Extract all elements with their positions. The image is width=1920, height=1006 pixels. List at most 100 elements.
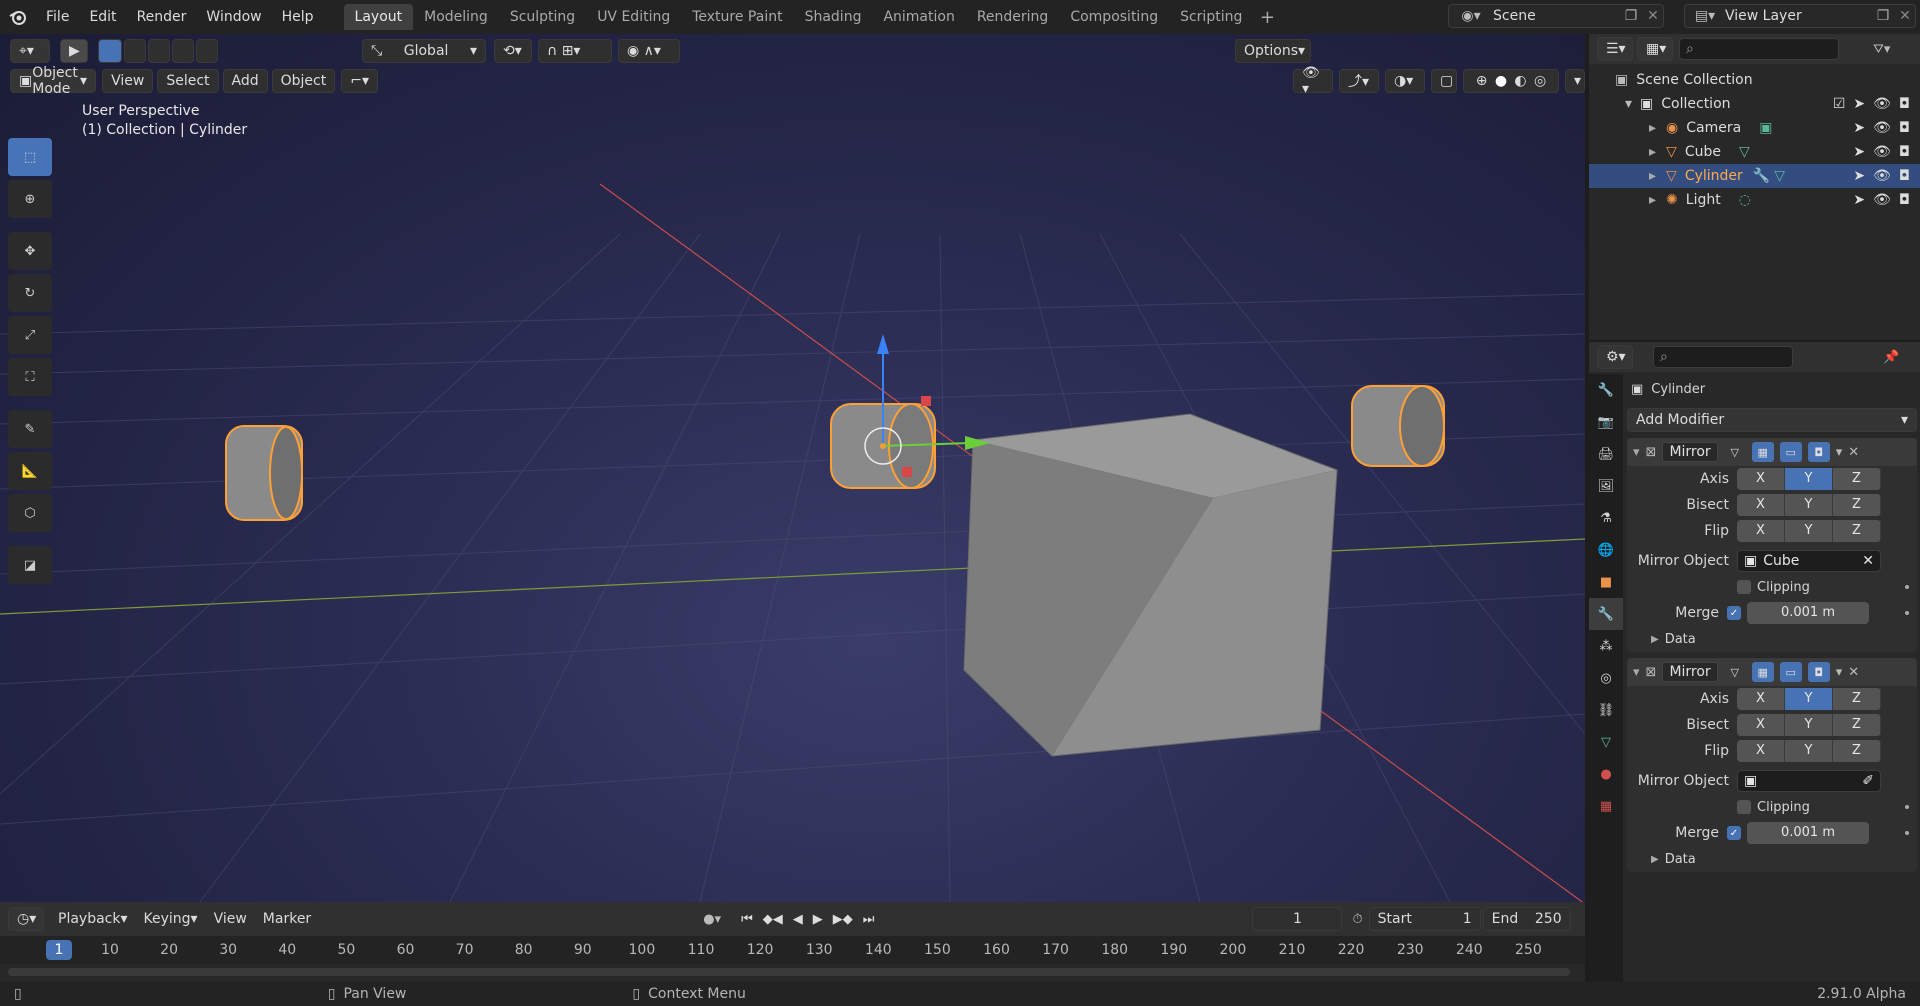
chevron-down-icon[interactable]: ▾ — [1836, 445, 1843, 460]
flip-y-button[interactable]: Y — [1785, 520, 1833, 542]
eye-icon[interactable]: 👁 — [1873, 120, 1891, 136]
merge-checkbox[interactable]: ✓ — [1727, 826, 1741, 840]
menu-file[interactable]: File — [36, 0, 79, 34]
bisect-x-button[interactable]: X — [1737, 714, 1785, 736]
expand-icon[interactable]: ▸ — [1649, 192, 1656, 208]
render-icon[interactable]: ◘ — [1807, 442, 1830, 462]
camera-render-icon[interactable]: ◘ — [1899, 120, 1910, 136]
tab-shading[interactable]: Shading — [794, 4, 873, 30]
scale-icon[interactable]: ⤢ — [8, 316, 52, 354]
select-arrow-icon[interactable]: ➤ — [1853, 96, 1865, 112]
next-keyframe-icon[interactable]: ▶◆ — [833, 912, 853, 927]
merge-distance-field[interactable]: 0.001 m — [1747, 602, 1869, 624]
light-data-icon[interactable]: ◌ — [1739, 192, 1751, 208]
tab-uv-editing[interactable]: UV Editing — [586, 4, 681, 30]
prev-keyframe-icon[interactable]: ◆◀ — [763, 912, 783, 927]
render-tab-icon[interactable]: 📷 — [1589, 406, 1623, 438]
scene-selector[interactable]: ◉▾ Scene ❐ ✕ — [1448, 4, 1664, 28]
outliner-item-light[interactable]: ▸ ✺ Light ◌ ➤ 👁 ◘ — [1589, 188, 1920, 212]
close-icon[interactable]: ✕ — [1895, 8, 1915, 24]
modifier-name-field[interactable]: Mirror — [1662, 442, 1718, 462]
on-cage-icon[interactable]: ▽ — [1724, 662, 1746, 682]
menu-object[interactable]: Object — [271, 69, 336, 93]
extra-tool-icon[interactable]: ◪ — [8, 546, 52, 584]
clear-icon[interactable]: ✕ — [1862, 553, 1874, 569]
transform-icon[interactable]: ⛶ — [8, 358, 52, 396]
modifier-tab-icon[interactable]: 🔧 — [1589, 598, 1623, 630]
tab-animation[interactable]: Animation — [872, 4, 965, 30]
axis-z-button[interactable]: Z — [1833, 688, 1881, 710]
tab-layout[interactable]: Layout — [343, 4, 414, 30]
select-extend-icon[interactable] — [124, 39, 146, 63]
object-tab-icon[interactable]: ■ — [1589, 566, 1623, 598]
record-icon[interactable]: ●▾ — [703, 912, 721, 927]
tool-tab-icon[interactable]: 🔧 — [1589, 374, 1623, 406]
world-tab-icon[interactable]: 🌐 — [1589, 534, 1623, 566]
visibility-icon[interactable]: 👁▾ — [1293, 65, 1333, 97]
properties-editor-icon[interactable]: ⚙▾ — [1597, 345, 1633, 369]
keyframe-dot-icon[interactable] — [1905, 611, 1909, 615]
close-icon[interactable]: ✕ — [1848, 445, 1859, 460]
eyedropper-icon[interactable]: ✐ — [1862, 773, 1874, 789]
menu-marker[interactable]: Marker — [255, 907, 319, 931]
gizmo-icon[interactable]: ⤴▾ — [1339, 69, 1379, 93]
tab-scripting[interactable]: Scripting — [1169, 4, 1253, 30]
mode-dropdown[interactable]: ▣ Object Mode ▾ — [10, 65, 97, 97]
menu-add[interactable]: Add — [222, 69, 268, 93]
camera-render-icon[interactable]: ◘ — [1899, 168, 1910, 184]
transform-orientation-dropdown[interactable]: ⤡ Global ▾ — [362, 39, 486, 63]
menu-help[interactable]: Help — [272, 0, 324, 34]
tab-modeling[interactable]: Modeling — [413, 4, 499, 30]
select-tool-icon[interactable]: ▶ — [60, 39, 88, 63]
annotate-icon[interactable]: ✎ — [8, 410, 52, 448]
expand-icon[interactable]: ▶ — [1651, 634, 1659, 645]
flip-x-button[interactable]: X — [1737, 740, 1785, 762]
close-icon[interactable]: ✕ — [1643, 8, 1663, 24]
mesh-data-icon[interactable]: ▽ — [1774, 168, 1785, 184]
expand-icon[interactable]: ▸ — [1649, 168, 1656, 184]
timeline-ruler[interactable]: 1 10 20 30 40 50 60 70 80 90 100 110 120 130 140 150 16… — [0, 936, 1585, 964]
blender-logo-icon[interactable] — [0, 0, 36, 34]
cursor-icon[interactable]: ⊕ — [8, 180, 52, 218]
eye-icon[interactable]: 👁 — [1873, 192, 1891, 208]
move-icon[interactable]: ✥ — [8, 232, 52, 270]
flip-z-button[interactable]: Z — [1833, 740, 1881, 762]
outliner-item-cube[interactable]: ▸ ▽ Cube ▽ ➤ 👁 ◘ — [1589, 140, 1920, 164]
axis-y-button[interactable]: Y — [1785, 688, 1833, 710]
play-reverse-icon[interactable]: ◀ — [793, 912, 803, 927]
select-arrow-icon[interactable]: ➤ — [1853, 120, 1865, 136]
add-cube-icon[interactable]: ⬡ — [8, 494, 52, 532]
properties-search-input[interactable]: ⌕ — [1653, 346, 1793, 368]
add-workspace-button[interactable]: + — [1253, 7, 1281, 28]
physics-tab-icon[interactable]: ◎ — [1589, 662, 1623, 694]
eye-icon[interactable]: 👁 — [1873, 168, 1891, 184]
menu-window[interactable]: Window — [196, 0, 271, 34]
menu-select[interactable]: Select — [157, 69, 219, 93]
current-frame-indicator[interactable]: 1 — [46, 940, 72, 960]
select-arrow-icon[interactable]: ➤ — [1853, 144, 1865, 160]
data-subpanel[interactable]: ▶ Data — [1627, 626, 1917, 652]
expand-icon[interactable]: ▾ — [1625, 96, 1632, 112]
timeline-editor-icon[interactable]: ◷▾ — [8, 907, 44, 931]
particles-tab-icon[interactable]: ⁂ — [1589, 630, 1623, 662]
mirror-object-field[interactable]: ▣ ✐ — [1737, 770, 1881, 792]
filter-icon[interactable]: ⛛▾ — [1873, 42, 1890, 57]
realtime-icon[interactable]: ▭ — [1779, 442, 1802, 462]
data-tab-icon[interactable]: ▽ — [1589, 726, 1623, 758]
clipping-checkbox[interactable] — [1737, 580, 1751, 594]
on-cage-icon[interactable]: ▽ — [1724, 442, 1746, 462]
constraints-tab-icon[interactable]: ⛓ — [1589, 694, 1623, 726]
rotate-icon[interactable]: ↻ — [8, 274, 52, 312]
material-tab-icon[interactable]: ● — [1589, 758, 1623, 790]
expand-icon[interactable]: ▶ — [1651, 854, 1659, 865]
output-tab-icon[interactable]: 🖨 — [1589, 438, 1623, 470]
axis-z-button[interactable]: Z — [1833, 468, 1881, 490]
menu-keying[interactable]: Keying ▾ — [136, 907, 206, 931]
camera-render-icon[interactable]: ◘ — [1899, 192, 1910, 208]
expand-icon[interactable]: ▸ — [1649, 120, 1656, 136]
bisect-z-button[interactable]: Z — [1833, 494, 1881, 516]
flip-x-button[interactable]: X — [1737, 520, 1785, 542]
menu-playback[interactable]: Playback ▾ — [50, 907, 136, 931]
tab-compositing[interactable]: Compositing — [1059, 4, 1169, 30]
mesh-data-icon[interactable]: ▽ — [1739, 144, 1750, 160]
